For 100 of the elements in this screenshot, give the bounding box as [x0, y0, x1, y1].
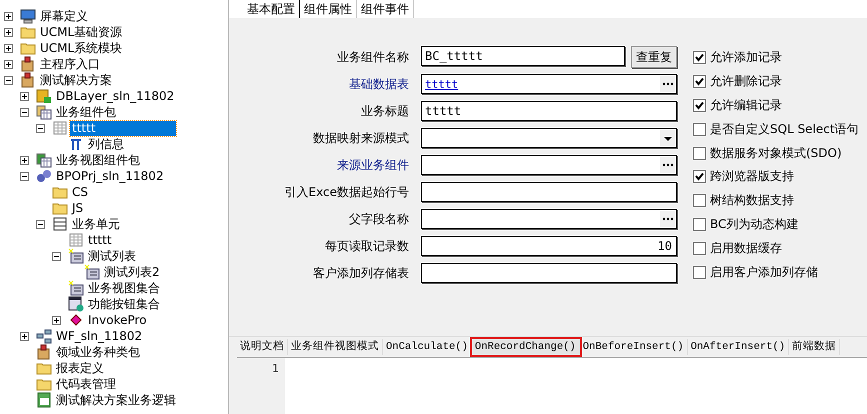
- tree-item[interactable]: 业务组件包: [54, 104, 118, 120]
- tab[interactable]: OnBeforeInsert(): [580, 339, 688, 355]
- tree-item[interactable]: JS: [70, 200, 86, 216]
- expand-toggle[interactable]: [4, 12, 13, 20]
- field-value: BC_ttttt: [425, 49, 484, 63]
- collapse-toggle[interactable]: [4, 76, 13, 84]
- tab[interactable]: 前端数据: [789, 339, 840, 355]
- checkbox-label: 启用客户添加列存储: [710, 264, 818, 281]
- tree-item[interactable]: ttttt: [86, 232, 114, 248]
- ellipsis-icon[interactable]: [660, 75, 676, 93]
- gridpackage-icon: [36, 104, 52, 120]
- expand-toggle[interactable]: [52, 316, 61, 324]
- checkbox-label: 启用数据缓存: [710, 240, 782, 257]
- list-icon: [68, 248, 84, 264]
- columns-icon: [68, 136, 84, 152]
- field-label: 父字段名称: [348, 210, 410, 228]
- expand-toggle[interactable]: [20, 332, 29, 340]
- checkbox-label: 允许编辑记录: [710, 96, 782, 114]
- code-editor[interactable]: 1: [237, 357, 867, 414]
- table-icon: [52, 120, 68, 136]
- tree-item[interactable]: 测试解决方案业务逻辑: [54, 392, 178, 408]
- checkbox-label: 允许添加记录: [710, 49, 782, 66]
- tree-item[interactable]: WF_sln_11802: [54, 328, 144, 344]
- checkbox-label: 跨浏览器版支持: [710, 168, 794, 186]
- check-duplicate-button[interactable]: 查重复: [631, 46, 677, 68]
- input-field[interactable]: [421, 182, 677, 202]
- input-field[interactable]: 10: [421, 236, 677, 256]
- tree-item[interactable]: UCML基础资源: [38, 24, 124, 40]
- tab[interactable]: 说明文档: [237, 339, 288, 355]
- checkbox[interactable]: [693, 218, 706, 231]
- tree-item[interactable]: InvokePro: [86, 312, 149, 328]
- input-field[interactable]: ttttt: [421, 101, 677, 121]
- tree-item[interactable]: DBLayer_sln_11802: [54, 88, 176, 104]
- caret-icon[interactable]: [660, 129, 676, 147]
- tree-item[interactable]: BPOPrj_sln_11802: [54, 168, 166, 184]
- checkbox[interactable]: [693, 51, 706, 64]
- collapse-toggle[interactable]: [36, 220, 45, 228]
- tree-item[interactable]: 测试列表2: [102, 264, 162, 280]
- checkbox[interactable]: [693, 170, 706, 184]
- tree-item[interactable]: ttttt: [70, 120, 176, 136]
- gears-icon: [36, 168, 52, 184]
- checkbox[interactable]: [693, 75, 706, 88]
- expand-toggle[interactable]: [20, 92, 29, 100]
- field-value: ttttt: [425, 104, 462, 118]
- collapse-toggle[interactable]: [20, 172, 29, 180]
- table-icon: [68, 232, 84, 248]
- tab[interactable]: 组件事件: [357, 0, 414, 18]
- tab[interactable]: OnRecordChange(): [472, 339, 580, 355]
- checkbox[interactable]: [693, 194, 706, 208]
- table-link[interactable]: ttttt: [425, 78, 458, 90]
- expand-toggle[interactable]: [4, 60, 13, 68]
- input-field[interactable]: [421, 209, 677, 229]
- checkbox-label: BC列为动态构建: [710, 216, 798, 233]
- collapse-toggle[interactable]: [20, 108, 29, 116]
- tree-item[interactable]: 功能按钮集合: [86, 296, 162, 312]
- tree-item[interactable]: 业务视图组件包: [54, 152, 142, 168]
- tree-item[interactable]: 领域业务种类包: [54, 344, 142, 360]
- expand-toggle[interactable]: [20, 156, 29, 164]
- tree-item[interactable]: CS: [70, 184, 90, 200]
- checkbox[interactable]: [693, 98, 706, 112]
- workflow-icon: [36, 328, 52, 344]
- tree-item[interactable]: UCML系统模块: [38, 40, 124, 56]
- checkbox[interactable]: [693, 266, 706, 279]
- tree-item[interactable]: 列信息: [86, 136, 126, 152]
- ellipsis-icon[interactable]: [660, 210, 676, 228]
- unit-icon: [52, 216, 68, 232]
- tree-item[interactable]: 测试列表: [86, 248, 138, 264]
- collapse-toggle[interactable]: [52, 252, 61, 260]
- package-icon: [20, 72, 36, 88]
- tab[interactable]: 业务组件视图模式: [288, 339, 383, 355]
- tree-item[interactable]: 主程序入口: [38, 56, 102, 72]
- field-label: 业务组件名称: [336, 48, 410, 66]
- list-icon: [84, 264, 100, 280]
- checkbox[interactable]: [693, 242, 706, 255]
- tree-item[interactable]: 测试解决方案: [38, 72, 114, 88]
- collapse-toggle[interactable]: [36, 124, 45, 132]
- checkbox[interactable]: [693, 122, 706, 136]
- field-label: 每页读取记录数: [324, 238, 410, 254]
- field-label: 数据映射来源模式: [312, 130, 410, 146]
- tab[interactable]: 组件属性: [300, 0, 357, 18]
- expand-toggle[interactable]: [4, 44, 13, 52]
- tab[interactable]: 基本配置: [243, 0, 300, 18]
- tree-item[interactable]: 业务视图集合: [86, 280, 162, 296]
- checkbox[interactable]: [693, 146, 706, 160]
- expand-toggle[interactable]: [4, 28, 13, 36]
- input-field[interactable]: ttttt: [421, 74, 677, 94]
- input-field[interactable]: [421, 263, 677, 283]
- input-field[interactable]: [421, 155, 677, 175]
- list-icon: [68, 280, 84, 296]
- tree-item[interactable]: 报表定义: [54, 360, 106, 376]
- tree-item[interactable]: 屏幕定义: [38, 8, 90, 24]
- input-field[interactable]: BC_ttttt: [421, 46, 625, 66]
- tree-item[interactable]: 业务单元: [70, 216, 122, 232]
- dropdown-field[interactable]: [421, 128, 677, 148]
- field-label: 业务标题: [360, 102, 410, 120]
- tab[interactable]: OnAfterInsert(): [688, 339, 790, 355]
- tree-item[interactable]: 代码表管理: [54, 376, 118, 392]
- monitor-icon: [20, 8, 36, 24]
- ellipsis-icon[interactable]: [660, 156, 676, 174]
- diamond-icon: [68, 312, 84, 328]
